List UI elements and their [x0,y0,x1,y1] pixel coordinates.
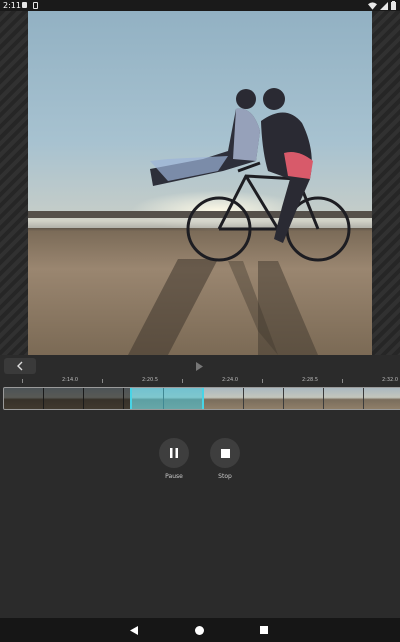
ruler-tick [182,379,183,383]
status-bar: 2:11 [0,0,400,11]
thumbnail-frame [204,388,243,409]
timeline-controls [0,357,400,377]
time-label: 2:32.0 [382,377,398,383]
notification-icon [22,2,27,8]
ruler-tick [262,379,263,383]
back-button[interactable] [4,358,36,374]
nav-back-icon[interactable] [130,626,138,635]
battery-icon [391,1,396,10]
nav-home-icon[interactable] [195,626,204,635]
thumbnail-strip[interactable] [3,387,400,410]
nav-recents-icon[interactable] [260,626,268,634]
wifi-icon [368,1,377,10]
navigation-bar [0,618,400,642]
ruler-tick [342,379,343,383]
signal-icon [380,1,388,10]
pause-label: Pause [165,473,183,480]
sd-card-icon [33,2,38,9]
video-frame-image [28,11,372,355]
thumbnail-frame [244,388,283,409]
time-label: 2:28.5 [302,377,318,383]
chevron-left-icon [17,361,23,371]
thumbnail-frame [324,388,363,409]
thumbnail-frame [284,388,323,409]
played-overlay [4,388,130,409]
time-label: 2:20.5 [142,377,158,383]
status-time: 2:11 [3,1,21,10]
stop-label: Stop [218,473,232,480]
selection-range[interactable] [130,388,204,409]
pause-button[interactable] [159,438,189,468]
ruler-tick [22,379,23,383]
ruler-tick [102,379,103,383]
video-preview-area [0,11,400,355]
play-icon[interactable] [196,362,203,371]
thumbnail-frame [364,388,400,409]
time-label: 2:24.0 [222,377,238,383]
stop-button[interactable] [210,438,240,468]
timeline-ruler: 2:14.0 2:20.5 2:24.0 2:28.5 2:32.0 [0,377,400,387]
time-label: 2:14.0 [62,377,78,383]
stop-icon [220,448,230,458]
pause-icon [170,448,178,458]
